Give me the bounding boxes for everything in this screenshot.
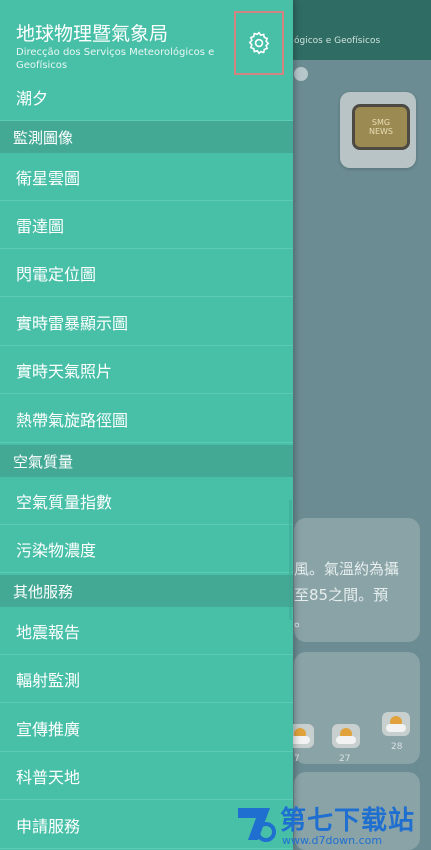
forecast-summary-card: 風。氣溫約為攝 至85之間。預 。 (294, 518, 420, 642)
drawer-item-label: 地震報告 (16, 623, 81, 642)
forecast-days-card: 7 27 28 (286, 652, 420, 764)
drawer-item-lightning[interactable]: 閃電定位圖 (0, 250, 293, 297)
forecast-text-line: 至85之間。預 (294, 586, 389, 604)
drawer-item-label: 閃電定位圖 (16, 265, 97, 284)
forecast-temp: 7 (294, 754, 300, 764)
news-badge-line: SMG (371, 118, 391, 127)
background-topbar-text: ógicos e Geofísicos (294, 36, 381, 46)
drawer-item-science[interactable]: 科普天地 (0, 753, 293, 800)
drawer-item-label: 雷達圖 (16, 217, 65, 236)
drawer-item-label: 實時雷暴顯示圖 (16, 314, 129, 333)
drawer-item-label: 科普天地 (16, 768, 81, 787)
watermark-url: www.d7down.com (282, 834, 383, 847)
watermark: 第七下载站 www.d7down.com (234, 796, 431, 850)
gear-icon (248, 31, 270, 55)
forecast-text-line: 。 (294, 612, 310, 630)
section-title: 監測圖像 (13, 128, 74, 147)
drawer-item-promotion[interactable]: 宣傳推廣 (0, 705, 293, 752)
drawer-item-label: 申請服務 (16, 817, 81, 836)
settings-button[interactable] (234, 11, 284, 75)
org-name-chinese: 地球物理暨氣象局 (16, 23, 169, 45)
drawer-item-tide[interactable]: 潮夕 (0, 74, 293, 121)
drawer-item-label: 輻射監測 (16, 671, 81, 690)
news-badge-line: NEWS (368, 127, 394, 136)
drawer-item-label: 宣傳推廣 (16, 720, 81, 739)
drawer-item-label: 空氣質量指數 (16, 493, 113, 512)
drawer-item-weather-photos[interactable]: 實時天氣照片 (0, 347, 293, 394)
drawer-item-satellite[interactable]: 衛星雲圖 (0, 154, 293, 201)
drawer-item-label: 衛星雲圖 (16, 169, 81, 188)
drawer-item-radiation[interactable]: 輻射監測 (0, 656, 293, 703)
org-name-portuguese: Direcção dos Serviços Meteorológicos e G… (16, 47, 215, 71)
forecast-text-line: 風。氣溫約為攝 (294, 560, 400, 578)
section-title: 其他服務 (13, 582, 74, 601)
navigation-drawer: 地球物理暨氣象局 Direcção dos Serviços Meteoroló… (0, 0, 293, 850)
drawer-item-label: 污染物濃度 (16, 541, 97, 560)
drawer-item-thunderstorm[interactable]: 實時雷暴顯示圖 (0, 299, 293, 346)
smg-news-button: SMG NEWS (340, 92, 416, 168)
forecast-temp: 28 (391, 742, 403, 752)
section-header-other-services: 其他服務 (0, 575, 293, 607)
drawer-item-aqi[interactable]: 空氣質量指數 (0, 478, 293, 525)
drawer-item-label: 潮夕 (16, 89, 49, 108)
drawer-scrollbar[interactable] (289, 500, 292, 620)
news-icon: SMG NEWS (352, 104, 410, 150)
watermark-logo-icon (238, 808, 276, 842)
watermark-text: 第七下载站 (280, 806, 416, 836)
section-header-monitoring: 監測圖像 (0, 121, 293, 153)
drawer-item-label: 實時天氣照片 (16, 362, 113, 381)
partly-cloudy-icon (332, 724, 360, 748)
section-title: 空氣質量 (13, 452, 74, 471)
drawer-item-pollutants[interactable]: 污染物濃度 (0, 526, 293, 573)
drawer-item-radar[interactable]: 雷達圖 (0, 202, 293, 249)
section-header-air-quality: 空氣質量 (0, 445, 293, 477)
partly-cloudy-icon (382, 712, 410, 736)
forecast-temp: 27 (339, 754, 351, 764)
background-indicator-dot (294, 67, 308, 81)
drawer-item-typhoon-track[interactable]: 熱帶氣旋路徑圖 (0, 396, 293, 443)
drawer-item-label: 熱帶氣旋路徑圖 (16, 411, 129, 430)
drawer-item-earthquake[interactable]: 地震報告 (0, 608, 293, 655)
